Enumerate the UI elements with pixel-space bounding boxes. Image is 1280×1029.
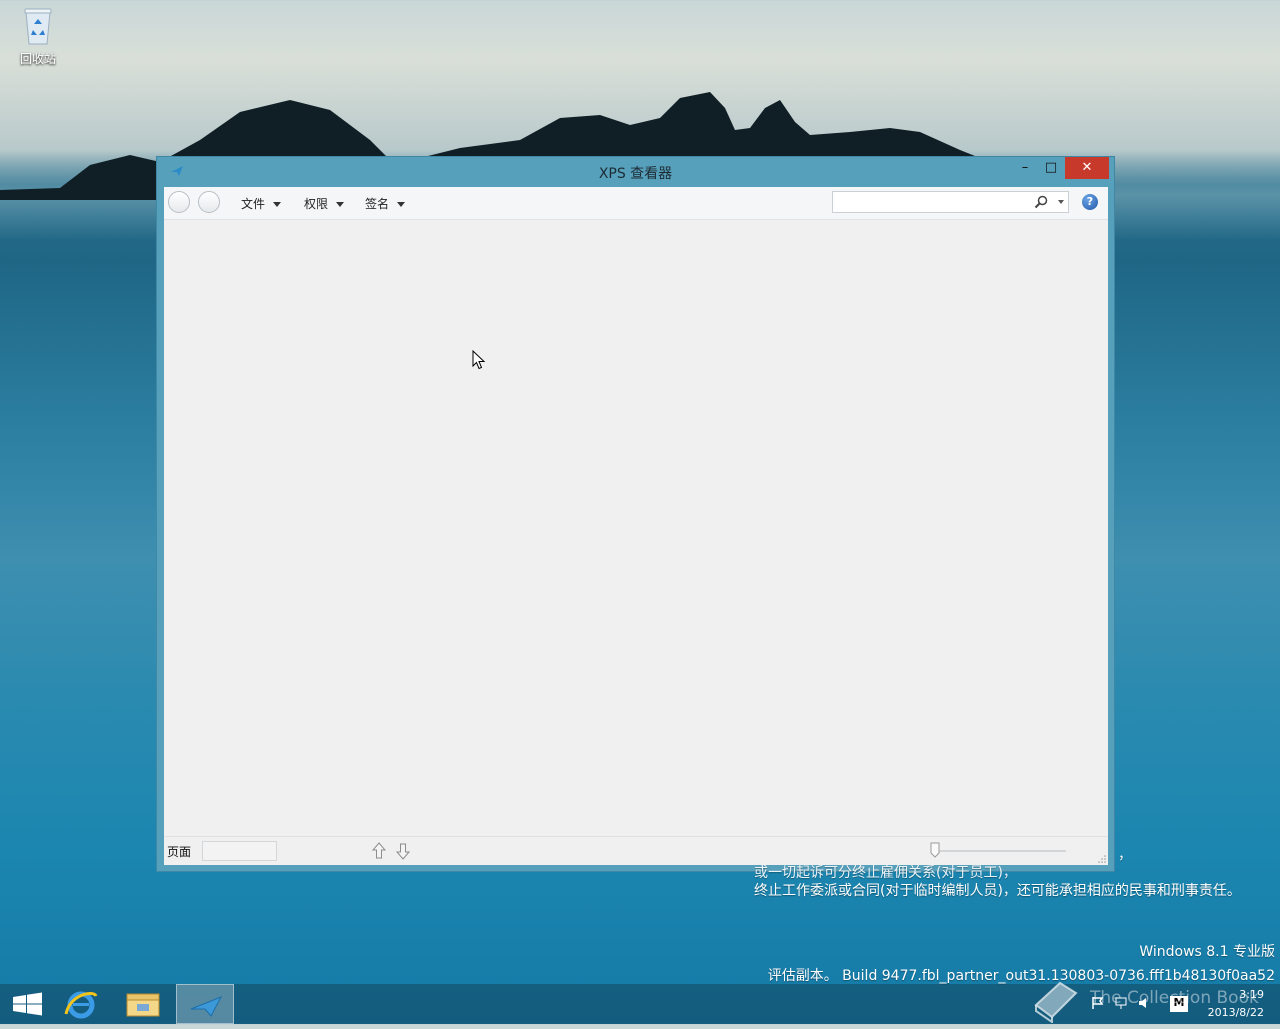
zoom-slider-thumb[interactable] [930,842,940,858]
page-number-input[interactable] [202,841,277,861]
start-button[interactable] [0,984,58,1024]
taskbar-xps-viewer[interactable] [176,984,234,1024]
menu-signatures[interactable]: 签名 [365,195,406,212]
menu-permissions[interactable]: 权限 [304,195,345,212]
xps-viewer-window: XPS 查看器 – □ ✕ 文件 权限 签名 ? 页面 [156,156,1115,872]
windows-edition: Windows 8.1 专业版 [1139,944,1275,960]
internet-explorer-icon [64,991,98,1019]
watermark-legal-line: 终止工作委派或合同(对于临时编制人员)，还可能承担相应的民事和刑事责任。 [754,883,1241,899]
close-button[interactable]: ✕ [1065,157,1109,179]
search-icon[interactable] [1034,195,1048,209]
build-info: 评估副本。 Build 9477.fbl_partner_out31.13080… [767,968,1275,984]
status-bar: 页面 [164,836,1108,865]
minimize-button[interactable]: – [1013,157,1037,179]
chevron-down-icon [397,202,406,207]
windows-logo-icon [13,992,42,1016]
watermark-comma: ， [1118,847,1132,863]
toolbar: 文件 权限 签名 ? [164,187,1108,220]
window-title: XPS 查看器 [598,166,673,182]
search-options-dropdown[interactable] [1058,200,1064,204]
resize-grip-icon[interactable] [1098,855,1106,863]
help-button[interactable]: ? [1082,194,1098,210]
title-bar[interactable]: XPS 查看器 – □ ✕ [157,157,1114,187]
previous-page-button[interactable] [371,842,387,860]
folder-icon [126,993,160,1017]
page-label: 页面 [167,845,192,859]
mouse-cursor-icon [472,350,486,370]
chevron-down-icon [273,202,282,207]
taskbar-internet-explorer[interactable] [56,984,114,1024]
menu-file-label: 文件 [241,197,266,211]
search-box [832,191,1069,213]
recycle-bin-icon [23,6,53,46]
menu-permissions-label: 权限 [304,197,329,211]
client-area: 文件 权限 签名 ? 页面 [164,187,1108,865]
watermark-partial-line: 或一切起诉可分终止雇佣关系(对于员工)， [754,865,1017,881]
back-button[interactable] [168,191,190,213]
book-logo-icon [1034,981,1078,1023]
next-page-button[interactable] [395,842,411,860]
chevron-down-icon [336,202,345,207]
forward-button[interactable] [198,191,220,213]
zoom-slider-track[interactable] [934,850,1066,852]
recycle-bin-label: 回收站 [19,52,56,66]
taskbar: M 3:19 2013/8/22 [0,984,1280,1024]
recycle-bin-shortcut[interactable]: 回收站 [10,6,66,67]
maximize-button[interactable]: □ [1039,157,1063,179]
brand-overlay-text: The Collection Book [1090,988,1259,1008]
menu-signatures-label: 签名 [365,197,390,211]
menu-file[interactable]: 文件 [241,195,282,212]
taskbar-file-explorer[interactable] [114,984,172,1024]
search-input[interactable] [837,193,1031,213]
xps-viewer-icon [190,996,223,1017]
